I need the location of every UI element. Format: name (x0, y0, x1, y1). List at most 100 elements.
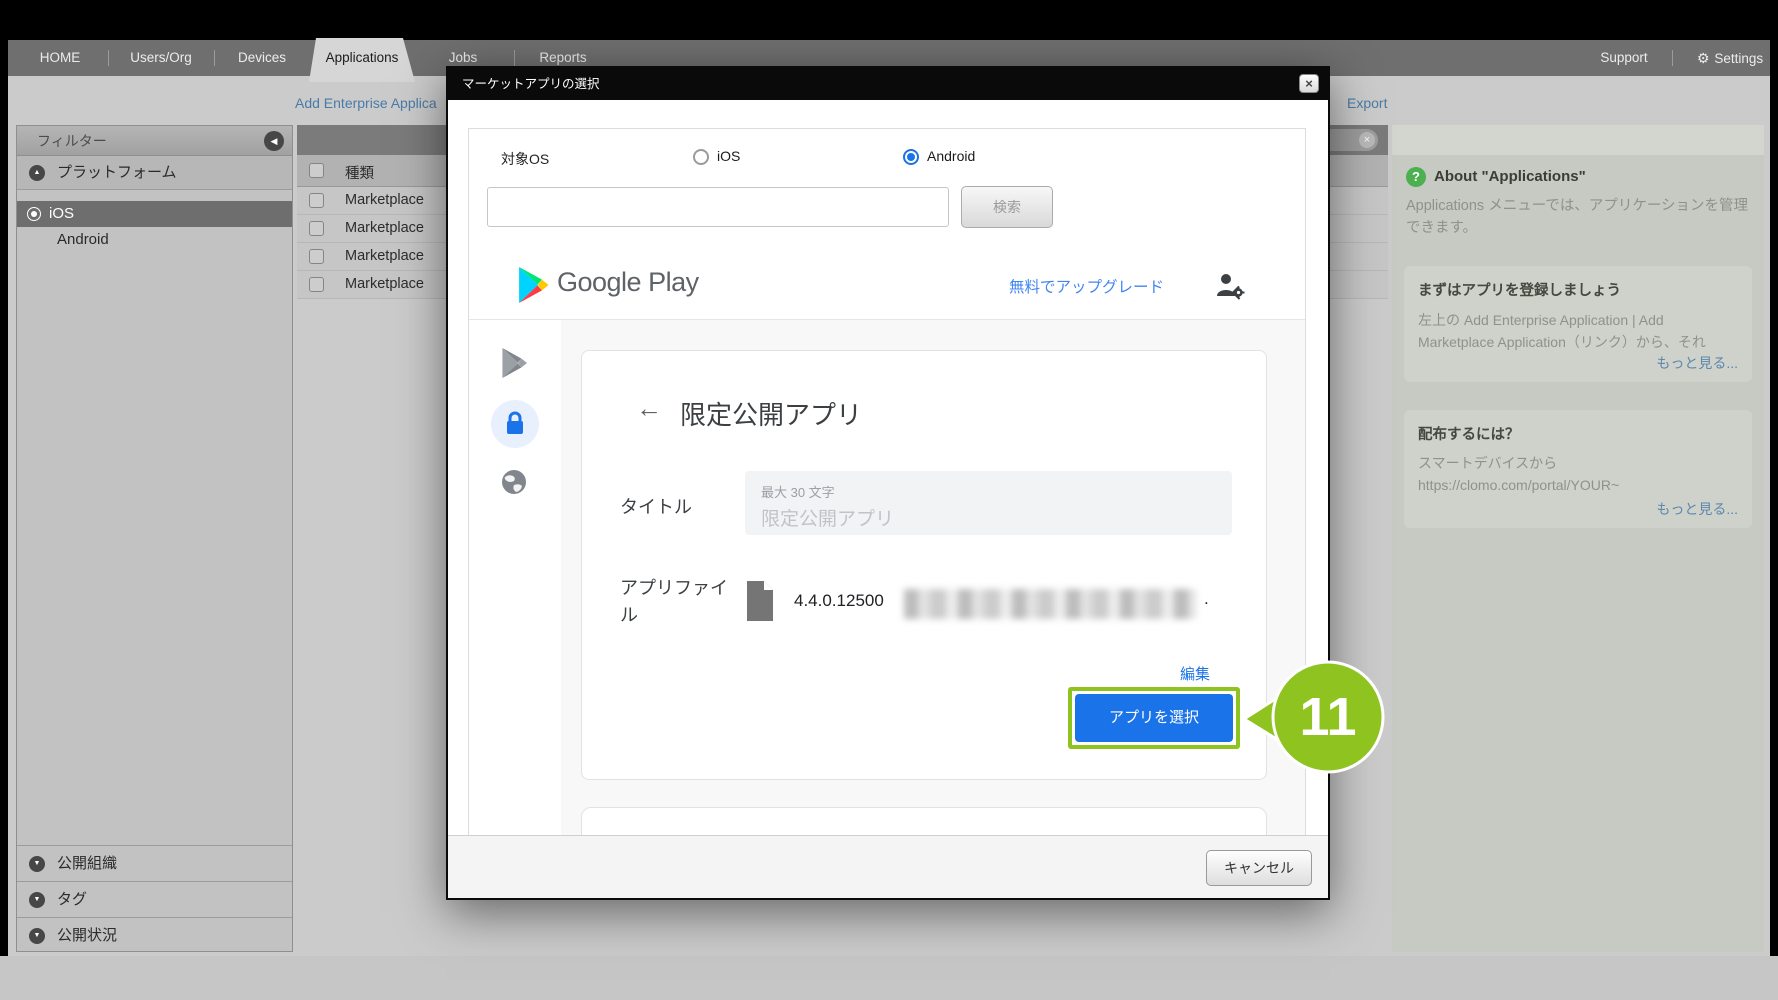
filter-sidebar: フィルター ◀ ▲ プラットフォーム iOS Android ▼ 公開組織 ▼ … (16, 125, 293, 952)
row-type: Marketplace (345, 276, 424, 292)
managed-play-frame: ← 限定公開アプリ タイトル 最大 30 文字 限定公開アプリ アプリファイル … (469, 319, 1305, 835)
android-radio[interactable] (903, 149, 919, 165)
row-type: Marketplace (345, 248, 424, 264)
see-more-link[interactable]: もっと見る... (1656, 353, 1738, 373)
chevron-down-icon: ▼ (29, 892, 45, 908)
row-checkbox[interactable] (309, 221, 324, 236)
help-card-title: まずはアプリを登録しましょう (1418, 279, 1738, 300)
clear-search-icon[interactable]: × (1359, 132, 1375, 148)
ios-radio-label[interactable]: iOS (717, 148, 740, 164)
filter-header: フィルター ◀ (17, 126, 292, 156)
see-more-link[interactable]: もっと見る... (1656, 499, 1738, 519)
play-store-tab-icon[interactable] (499, 346, 529, 380)
help-panel-description: Applications メニューでは、アプリケーションを管理できます。 (1406, 195, 1750, 239)
frame-left (0, 40, 8, 956)
globe-tab-icon[interactable] (500, 468, 528, 496)
market-app-select-modal: マーケットアプリの選択 × 対象OS iOS Android 検索 Google… (446, 66, 1330, 900)
private-app-card: ← 限定公開アプリ タイトル 最大 30 文字 限定公開アプリ アプリファイル … (581, 350, 1267, 780)
collapse-sidebar-button[interactable]: ◀ (264, 131, 284, 151)
nav-home[interactable]: HOME (24, 40, 96, 76)
help-panel-header-strip (1392, 125, 1764, 155)
row-checkbox[interactable] (309, 249, 324, 264)
ios-radio[interactable] (693, 149, 709, 165)
filter-option-ios-label: iOS (49, 201, 74, 227)
chevron-up-icon: ▲ (29, 165, 45, 181)
filter-option-android[interactable]: Android (17, 227, 292, 253)
back-arrow-icon[interactable]: ← (636, 393, 662, 424)
collapse-left-icon: ◀ (271, 136, 278, 146)
filter-group-tag-label: タグ (57, 882, 87, 918)
help-card-title: 配布するには？ (1418, 423, 1738, 444)
row-type: Marketplace (345, 192, 424, 208)
screen: HOME Users/Org Devices Applications Jobs… (0, 0, 1778, 1000)
filter-group-platform[interactable]: ▲ プラットフォーム (17, 156, 292, 190)
help-card-register: まずはアプリを登録しましょう 左上の Add Enterprise Applic… (1404, 266, 1752, 382)
row-checkbox[interactable] (309, 277, 324, 292)
filter-group-publish-status[interactable]: ▼ 公開状況 (17, 917, 292, 953)
app-title-label: タイトル (620, 493, 692, 519)
nav-settings-label: Settings (1714, 51, 1763, 66)
android-radio-label[interactable]: Android (927, 148, 975, 164)
filter-title: フィルター (37, 126, 107, 156)
nav-separator (1672, 50, 1673, 66)
document-icon (745, 579, 775, 623)
chevron-down-icon: ▼ (29, 928, 45, 944)
nav-separator (214, 50, 215, 66)
help-card-distribute: 配布するには？ スマートデバイスから https://clomo.com/por… (1404, 410, 1752, 528)
filter-group-published-org-label: 公開組織 (57, 846, 117, 882)
step-11-callout: 11 (1240, 655, 1390, 783)
filter-option-ios-selected[interactable]: iOS (17, 201, 292, 227)
modal-title: マーケットアプリの選択 (462, 68, 600, 100)
modal-content-box: 対象OS iOS Android 検索 Google Play 無料でアップグレ… (468, 128, 1306, 835)
help-card-body-line2: https://clomo.com/portal/YOUR~ (1418, 474, 1740, 496)
selected-option-icon (27, 207, 41, 221)
nav-applications-active-tab[interactable]: Applications (309, 38, 415, 82)
help-card-body-line1: スマートデバイスから (1418, 452, 1740, 474)
select-app-button[interactable]: アプリを選択 (1075, 694, 1233, 742)
help-card-body: 左上の Add Enterprise Application | Add Mar… (1418, 309, 1740, 353)
gear-icon: ⚙ (1697, 50, 1710, 66)
chevron-down-icon: ▼ (29, 856, 45, 872)
lock-icon (504, 411, 526, 437)
app-title-placeholder: 限定公開アプリ (761, 504, 1216, 531)
nav-users-org[interactable]: Users/Org (114, 40, 208, 76)
help-panel-title: About "Applications" (1434, 168, 1586, 185)
upgrade-free-link[interactable]: 無料でアップグレード (1009, 275, 1164, 297)
search-button[interactable]: 検索 (961, 186, 1053, 228)
frame-top (0, 0, 1778, 40)
app-title-input[interactable]: 最大 30 文字 限定公開アプリ (745, 471, 1232, 535)
google-play-logo-icon (515, 265, 551, 305)
filter-group-platform-label: プラットフォーム (57, 156, 177, 190)
help-panel: ? About "Applications" Applications メニュー… (1392, 125, 1764, 952)
cancel-button[interactable]: キャンセル (1206, 850, 1312, 886)
close-icon[interactable]: × (1299, 74, 1319, 93)
filter-group-tag[interactable]: ▼ タグ (17, 881, 292, 917)
export-link[interactable]: Export (1347, 95, 1387, 111)
redacted-file-name (904, 589, 1196, 619)
app-file-label: アプリファイル (620, 575, 738, 629)
filter-option-android-label: Android (57, 227, 109, 253)
nav-support[interactable]: Support (1580, 40, 1668, 76)
frame-right (1770, 40, 1778, 956)
modal-title-bar: マーケットアプリの選択 × (448, 68, 1328, 100)
row-type: Marketplace (345, 220, 424, 236)
step-highlight-box: アプリを選択 (1068, 687, 1240, 749)
edit-link[interactable]: 編集 (1180, 663, 1210, 684)
nav-devices[interactable]: Devices (220, 40, 304, 76)
question-icon: ? (1406, 167, 1426, 187)
app-search-input[interactable] (487, 187, 949, 227)
type-column-header: 種類 (345, 162, 374, 183)
row-checkbox[interactable] (309, 193, 324, 208)
nav-separator (108, 50, 109, 66)
admin-account-gear-icon[interactable] (1215, 271, 1245, 301)
filter-group-published-org[interactable]: ▼ 公開組織 (17, 845, 292, 881)
nav-settings[interactable]: ⚙ Settings (1682, 40, 1778, 76)
add-enterprise-application-link[interactable]: Add Enterprise Applica (295, 95, 437, 111)
filter-group-publish-status-label: 公開状況 (57, 918, 117, 954)
private-app-heading: 限定公開アプリ (680, 395, 862, 432)
nav-separator (514, 50, 515, 66)
app-title-hint: 最大 30 文字 (761, 482, 1216, 501)
google-play-wordmark: Google Play (557, 267, 699, 298)
select-all-checkbox[interactable] (309, 163, 324, 178)
private-apps-tab-active[interactable] (491, 400, 539, 448)
